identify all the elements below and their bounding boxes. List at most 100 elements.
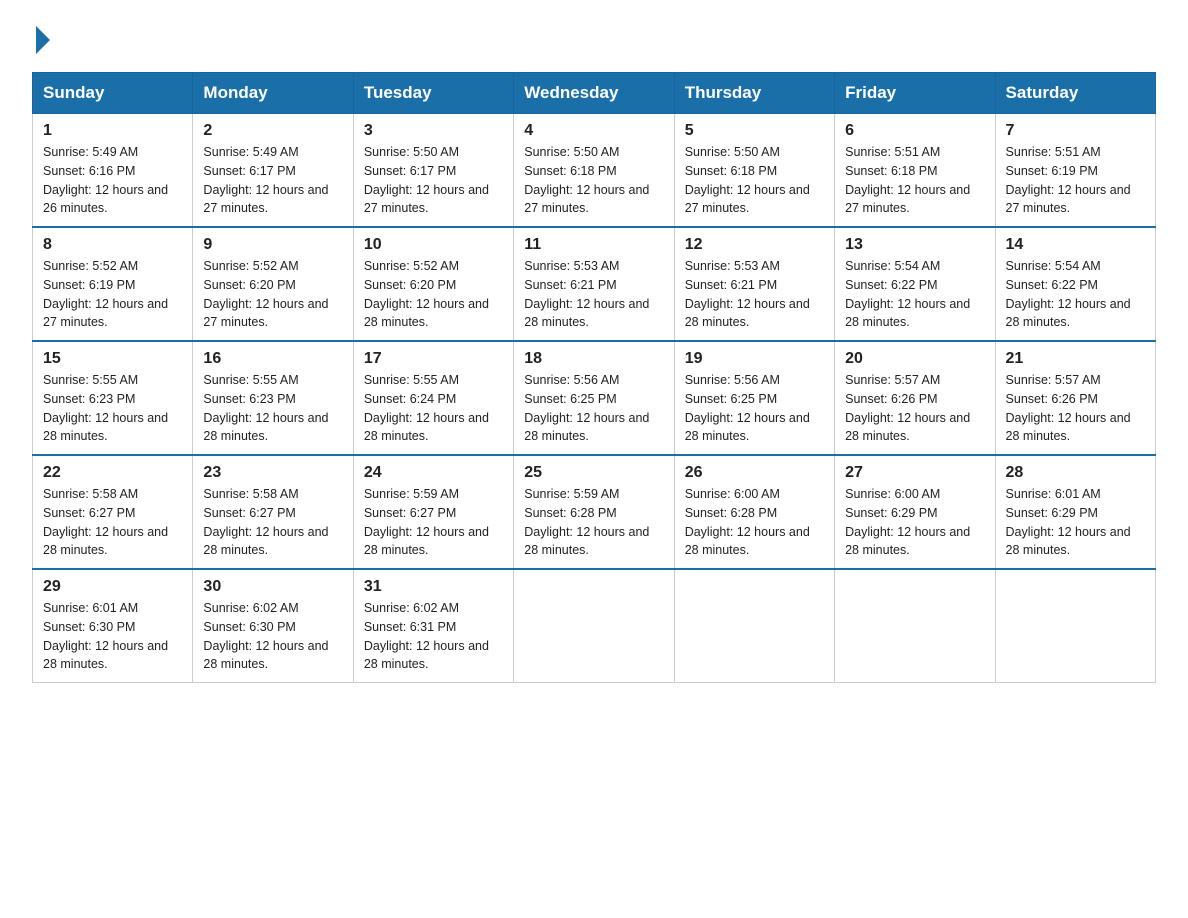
day-info: Sunrise: 5:57 AMSunset: 6:26 PMDaylight:… (845, 373, 970, 443)
day-number: 2 (203, 122, 342, 140)
day-number: 18 (524, 350, 663, 368)
day-info: Sunrise: 5:52 AMSunset: 6:20 PMDaylight:… (203, 259, 328, 329)
calendar-header-row: SundayMondayTuesdayWednesdayThursdayFrid… (33, 73, 1156, 114)
calendar-cell: 8 Sunrise: 5:52 AMSunset: 6:19 PMDayligh… (33, 227, 193, 341)
day-info: Sunrise: 5:56 AMSunset: 6:25 PMDaylight:… (685, 373, 810, 443)
calendar-cell: 13 Sunrise: 5:54 AMSunset: 6:22 PMDaylig… (835, 227, 995, 341)
day-number: 1 (43, 122, 182, 140)
logo (32, 24, 52, 54)
day-info: Sunrise: 5:59 AMSunset: 6:28 PMDaylight:… (524, 487, 649, 557)
day-number: 5 (685, 122, 824, 140)
day-number: 31 (364, 578, 503, 596)
day-info: Sunrise: 5:58 AMSunset: 6:27 PMDaylight:… (203, 487, 328, 557)
day-info: Sunrise: 5:57 AMSunset: 6:26 PMDaylight:… (1006, 373, 1131, 443)
calendar-cell: 14 Sunrise: 5:54 AMSunset: 6:22 PMDaylig… (995, 227, 1155, 341)
calendar-cell: 29 Sunrise: 6:01 AMSunset: 6:30 PMDaylig… (33, 569, 193, 683)
day-info: Sunrise: 5:58 AMSunset: 6:27 PMDaylight:… (43, 487, 168, 557)
day-info: Sunrise: 5:55 AMSunset: 6:23 PMDaylight:… (43, 373, 168, 443)
day-number: 29 (43, 578, 182, 596)
calendar-cell: 4 Sunrise: 5:50 AMSunset: 6:18 PMDayligh… (514, 114, 674, 228)
calendar-cell: 26 Sunrise: 6:00 AMSunset: 6:28 PMDaylig… (674, 455, 834, 569)
calendar-week-row: 15 Sunrise: 5:55 AMSunset: 6:23 PMDaylig… (33, 341, 1156, 455)
day-info: Sunrise: 5:51 AMSunset: 6:18 PMDaylight:… (845, 145, 970, 215)
calendar-cell: 25 Sunrise: 5:59 AMSunset: 6:28 PMDaylig… (514, 455, 674, 569)
col-header-wednesday: Wednesday (514, 73, 674, 114)
calendar-cell: 21 Sunrise: 5:57 AMSunset: 6:26 PMDaylig… (995, 341, 1155, 455)
calendar-cell: 7 Sunrise: 5:51 AMSunset: 6:19 PMDayligh… (995, 114, 1155, 228)
day-number: 4 (524, 122, 663, 140)
day-number: 22 (43, 464, 182, 482)
day-info: Sunrise: 6:02 AMSunset: 6:30 PMDaylight:… (203, 601, 328, 671)
calendar-cell (514, 569, 674, 683)
calendar-cell: 16 Sunrise: 5:55 AMSunset: 6:23 PMDaylig… (193, 341, 353, 455)
day-number: 14 (1006, 236, 1145, 254)
calendar-cell: 1 Sunrise: 5:49 AMSunset: 6:16 PMDayligh… (33, 114, 193, 228)
calendar-cell: 28 Sunrise: 6:01 AMSunset: 6:29 PMDaylig… (995, 455, 1155, 569)
day-info: Sunrise: 5:50 AMSunset: 6:17 PMDaylight:… (364, 145, 489, 215)
day-info: Sunrise: 5:53 AMSunset: 6:21 PMDaylight:… (685, 259, 810, 329)
day-number: 8 (43, 236, 182, 254)
logo-triangle-icon (36, 26, 50, 54)
calendar-cell: 18 Sunrise: 5:56 AMSunset: 6:25 PMDaylig… (514, 341, 674, 455)
day-info: Sunrise: 6:01 AMSunset: 6:30 PMDaylight:… (43, 601, 168, 671)
col-header-thursday: Thursday (674, 73, 834, 114)
day-info: Sunrise: 5:56 AMSunset: 6:25 PMDaylight:… (524, 373, 649, 443)
calendar-cell: 5 Sunrise: 5:50 AMSunset: 6:18 PMDayligh… (674, 114, 834, 228)
day-info: Sunrise: 6:01 AMSunset: 6:29 PMDaylight:… (1006, 487, 1131, 557)
day-number: 12 (685, 236, 824, 254)
calendar-cell: 31 Sunrise: 6:02 AMSunset: 6:31 PMDaylig… (353, 569, 513, 683)
day-number: 16 (203, 350, 342, 368)
day-number: 21 (1006, 350, 1145, 368)
day-number: 11 (524, 236, 663, 254)
day-number: 30 (203, 578, 342, 596)
calendar-cell: 10 Sunrise: 5:52 AMSunset: 6:20 PMDaylig… (353, 227, 513, 341)
col-header-friday: Friday (835, 73, 995, 114)
day-info: Sunrise: 5:51 AMSunset: 6:19 PMDaylight:… (1006, 145, 1131, 215)
day-number: 6 (845, 122, 984, 140)
calendar-cell: 12 Sunrise: 5:53 AMSunset: 6:21 PMDaylig… (674, 227, 834, 341)
day-info: Sunrise: 5:50 AMSunset: 6:18 PMDaylight:… (524, 145, 649, 215)
col-header-monday: Monday (193, 73, 353, 114)
day-number: 24 (364, 464, 503, 482)
day-number: 19 (685, 350, 824, 368)
day-number: 13 (845, 236, 984, 254)
day-number: 23 (203, 464, 342, 482)
day-info: Sunrise: 6:02 AMSunset: 6:31 PMDaylight:… (364, 601, 489, 671)
day-info: Sunrise: 5:55 AMSunset: 6:24 PMDaylight:… (364, 373, 489, 443)
col-header-saturday: Saturday (995, 73, 1155, 114)
day-number: 27 (845, 464, 984, 482)
calendar-cell: 2 Sunrise: 5:49 AMSunset: 6:17 PMDayligh… (193, 114, 353, 228)
calendar-cell: 24 Sunrise: 5:59 AMSunset: 6:27 PMDaylig… (353, 455, 513, 569)
day-info: Sunrise: 5:53 AMSunset: 6:21 PMDaylight:… (524, 259, 649, 329)
calendar-cell: 19 Sunrise: 5:56 AMSunset: 6:25 PMDaylig… (674, 341, 834, 455)
day-info: Sunrise: 5:54 AMSunset: 6:22 PMDaylight:… (1006, 259, 1131, 329)
calendar-week-row: 1 Sunrise: 5:49 AMSunset: 6:16 PMDayligh… (33, 114, 1156, 228)
col-header-sunday: Sunday (33, 73, 193, 114)
calendar-cell: 22 Sunrise: 5:58 AMSunset: 6:27 PMDaylig… (33, 455, 193, 569)
calendar-cell: 17 Sunrise: 5:55 AMSunset: 6:24 PMDaylig… (353, 341, 513, 455)
day-info: Sunrise: 6:00 AMSunset: 6:29 PMDaylight:… (845, 487, 970, 557)
day-number: 15 (43, 350, 182, 368)
day-number: 3 (364, 122, 503, 140)
calendar-cell: 30 Sunrise: 6:02 AMSunset: 6:30 PMDaylig… (193, 569, 353, 683)
day-number: 7 (1006, 122, 1145, 140)
day-number: 28 (1006, 464, 1145, 482)
calendar-cell: 23 Sunrise: 5:58 AMSunset: 6:27 PMDaylig… (193, 455, 353, 569)
calendar-week-row: 8 Sunrise: 5:52 AMSunset: 6:19 PMDayligh… (33, 227, 1156, 341)
day-info: Sunrise: 5:52 AMSunset: 6:19 PMDaylight:… (43, 259, 168, 329)
day-info: Sunrise: 6:00 AMSunset: 6:28 PMDaylight:… (685, 487, 810, 557)
calendar-cell: 20 Sunrise: 5:57 AMSunset: 6:26 PMDaylig… (835, 341, 995, 455)
day-info: Sunrise: 5:50 AMSunset: 6:18 PMDaylight:… (685, 145, 810, 215)
calendar-cell (674, 569, 834, 683)
calendar-cell (995, 569, 1155, 683)
day-number: 25 (524, 464, 663, 482)
col-header-tuesday: Tuesday (353, 73, 513, 114)
page-header (32, 24, 1156, 54)
day-number: 26 (685, 464, 824, 482)
day-info: Sunrise: 5:49 AMSunset: 6:17 PMDaylight:… (203, 145, 328, 215)
day-info: Sunrise: 5:55 AMSunset: 6:23 PMDaylight:… (203, 373, 328, 443)
calendar-cell: 9 Sunrise: 5:52 AMSunset: 6:20 PMDayligh… (193, 227, 353, 341)
day-info: Sunrise: 5:52 AMSunset: 6:20 PMDaylight:… (364, 259, 489, 329)
day-number: 20 (845, 350, 984, 368)
calendar-cell: 6 Sunrise: 5:51 AMSunset: 6:18 PMDayligh… (835, 114, 995, 228)
